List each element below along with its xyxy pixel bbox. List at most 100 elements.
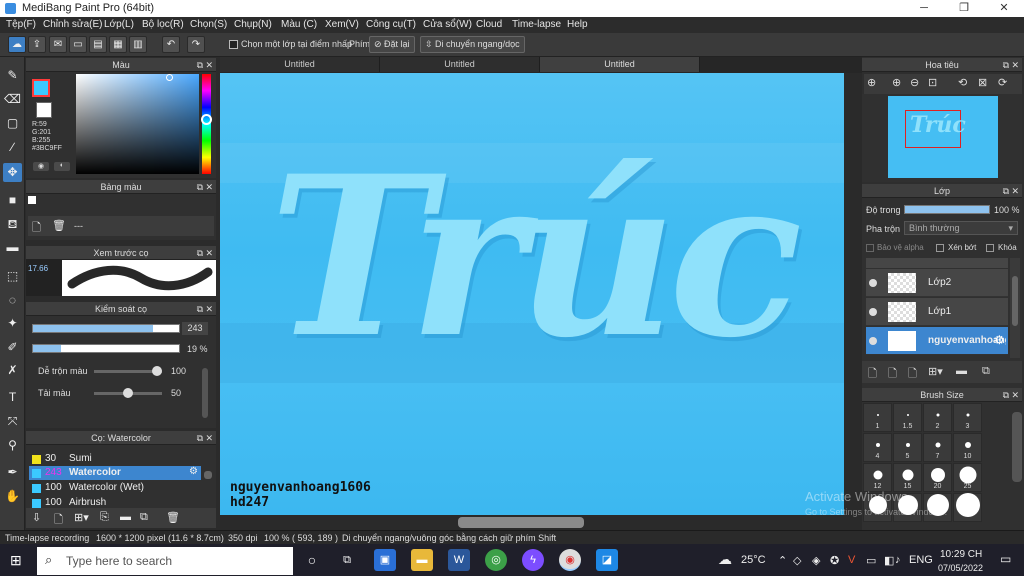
saturation-value-field[interactable] xyxy=(76,74,199,174)
operation-tool-icon[interactable]: ⤧ xyxy=(3,412,22,431)
layer-scrollbar-track[interactable] xyxy=(1010,258,1020,358)
color-swap-button[interactable]: ◐ xyxy=(54,162,70,171)
menu-layer[interactable]: Lớp(L) xyxy=(104,19,134,30)
menu-tools[interactable]: Công cụ(T) xyxy=(366,19,416,30)
paint-amount-slider[interactable] xyxy=(94,388,162,398)
brush-size-cell[interactable]: 3 xyxy=(953,403,982,432)
windows-start-icon[interactable]: ⊞ xyxy=(10,552,22,569)
new-halftone-layer-icon[interactable]: 🗋 xyxy=(888,365,897,384)
battery-icon[interactable]: ▭ xyxy=(866,554,876,567)
float-icon[interactable]: ⧉ xyxy=(197,431,203,445)
tray-chevron-icon[interactable]: ⌃ xyxy=(778,554,787,567)
new-8bit-layer-icon[interactable]: 🗋 xyxy=(908,365,917,384)
tray-app-icon[interactable]: ◇ xyxy=(793,554,801,567)
clock-date[interactable]: 07/05/2022 xyxy=(938,563,983,573)
document-tab[interactable]: Untitled xyxy=(220,57,380,72)
brush-size-cell[interactable]: 7 xyxy=(923,433,952,462)
tray-app-icon[interactable]: ◈ xyxy=(812,554,820,567)
text-tool-icon[interactable]: T xyxy=(3,388,22,407)
brush-size-slider[interactable] xyxy=(32,324,180,333)
blend-slider[interactable] xyxy=(94,366,162,376)
move-tool-icon[interactable]: ✥ xyxy=(3,163,22,182)
magic-wand-icon[interactable]: ✦ xyxy=(3,314,22,333)
brush-size-cell[interactable]: 5 xyxy=(893,433,922,462)
color-picker-cursor[interactable] xyxy=(166,74,173,81)
menu-window[interactable]: Cửa sổ(W) xyxy=(423,19,472,30)
reset-button[interactable]: ⊘ Đặt lại xyxy=(369,36,415,53)
notifications-icon[interactable]: ▭ xyxy=(1000,552,1011,566)
menu-view[interactable]: Xem(V) xyxy=(325,19,359,30)
color-mode-button[interactable]: ◉ xyxy=(33,162,49,171)
add-palette-icon[interactable]: 🗋 xyxy=(32,219,41,238)
select-rect-icon[interactable]: ⬚ xyxy=(3,267,22,286)
add-brush-icon[interactable]: ⊞▾ xyxy=(74,511,89,524)
layer-blend-select[interactable]: Bình thường ▾ xyxy=(904,221,1018,235)
float-icon[interactable]: ⧉ xyxy=(197,246,203,260)
layer-row-selected[interactable]: nguyenvanhoang1606 ⚙ xyxy=(866,327,1008,355)
messenger-icon[interactable]: ϟ xyxy=(522,549,544,571)
hand-tool-icon[interactable]: ✋ xyxy=(3,487,22,506)
chrome-icon[interactable]: ◉ xyxy=(559,549,581,571)
layer-scrollbar-thumb[interactable] xyxy=(1012,276,1018,326)
pen-tool-icon[interactable]: ✒ xyxy=(3,463,22,482)
cortana-icon[interactable]: ○ xyxy=(301,549,323,571)
tray-app-icon[interactable]: V xyxy=(848,554,855,566)
layer-folder-icon[interactable]: ▬ xyxy=(956,365,967,377)
menu-timelapse[interactable]: Time-lapse xyxy=(512,19,561,30)
move-hv-button[interactable]: ⇳ Di chuyển ngang/dọc xyxy=(420,36,525,53)
rotate-left-icon[interactable]: ⟲ xyxy=(958,76,967,89)
close-icon[interactable]: ✕ xyxy=(1011,388,1019,402)
volume-icon[interactable]: ♪ xyxy=(895,554,901,566)
maximize-button[interactable]: ❐ xyxy=(944,0,984,17)
select-eraser-icon[interactable]: ✗ xyxy=(3,361,22,380)
close-icon[interactable]: ✕ xyxy=(205,180,213,194)
brush-cloud-icon[interactable]: ⇩ xyxy=(32,511,41,524)
menu-color[interactable]: Màu (C) xyxy=(281,19,317,30)
select-layer-checkbox[interactable] xyxy=(229,40,238,49)
frame-icon[interactable]: ▭ xyxy=(69,36,87,53)
paint-amount-knob[interactable] xyxy=(123,388,133,398)
float-icon[interactable]: ⧉ xyxy=(1003,184,1009,198)
primary-color-swatch[interactable] xyxy=(32,79,50,97)
brush-duplicate-icon[interactable]: ⧉ xyxy=(140,511,148,524)
lock-checkbox[interactable] xyxy=(986,244,994,252)
float-icon[interactable]: ⧉ xyxy=(1003,388,1009,402)
brush-size-scrollbar[interactable] xyxy=(1012,412,1022,482)
brush-size-cell[interactable]: 25 xyxy=(953,463,982,492)
layer-visibility-icon[interactable] xyxy=(869,308,877,316)
brush-copy-icon[interactable]: ⎘ xyxy=(100,511,109,524)
task-view-icon[interactable]: ⧉ xyxy=(336,549,358,571)
menu-cloud[interactable]: Cloud xyxy=(476,19,502,30)
brush-size-cell[interactable]: 15 xyxy=(893,463,922,492)
taskbar-search-box[interactable]: ⌕ Type here to search xyxy=(37,547,293,575)
close-button[interactable]: ✕ xyxy=(984,0,1024,17)
menu-file[interactable]: Tệp(F) xyxy=(6,19,36,30)
brush-tool-icon[interactable]: ✎ xyxy=(3,66,22,85)
brush-list-item[interactable]: 30 Sumi xyxy=(29,452,195,466)
brush-list-scrollbar[interactable] xyxy=(204,471,212,479)
page-icon[interactable]: ▤ xyxy=(89,36,107,53)
blend-slider-knob[interactable] xyxy=(152,366,162,376)
new-brush-icon[interactable]: 🗋 xyxy=(54,511,63,530)
medibang-taskbar-icon[interactable]: ◪ xyxy=(596,549,618,571)
menu-help[interactable]: Help xyxy=(567,19,588,30)
float-icon[interactable]: ⧉ xyxy=(1003,58,1009,72)
brush-size-cell[interactable] xyxy=(953,493,982,522)
close-icon[interactable]: ✕ xyxy=(1011,58,1019,72)
menu-edit[interactable]: Chỉnh sửa(E) xyxy=(43,19,103,30)
close-icon[interactable]: ✕ xyxy=(205,58,213,72)
protect-alpha-checkbox[interactable] xyxy=(866,244,874,252)
export-icon[interactable]: ⇪ xyxy=(28,36,46,53)
brush-list-item[interactable]: 100 Airbrush xyxy=(29,496,195,508)
canvas-horizontal-scrollbar-thumb[interactable] xyxy=(458,517,584,528)
zoom-fit-icon[interactable]: ⊕ xyxy=(867,76,876,89)
delete-palette-icon[interactable]: 🗑 xyxy=(52,219,66,232)
close-icon[interactable]: ✕ xyxy=(205,302,213,316)
cloud-icon[interactable]: ☁ xyxy=(8,36,26,53)
rotate-reset-icon[interactable]: ⊠ xyxy=(978,76,987,89)
network-icon[interactable]: ◧ xyxy=(884,554,894,567)
new-layer-icon[interactable]: 🗋 xyxy=(868,365,877,384)
menu-capture[interactable]: Chụp(N) xyxy=(234,19,272,30)
drawing-canvas[interactable]: Trúc nguyenvanhoang1606 hd247 xyxy=(220,73,844,515)
brush-size-cell[interactable]: 1 xyxy=(863,403,892,432)
